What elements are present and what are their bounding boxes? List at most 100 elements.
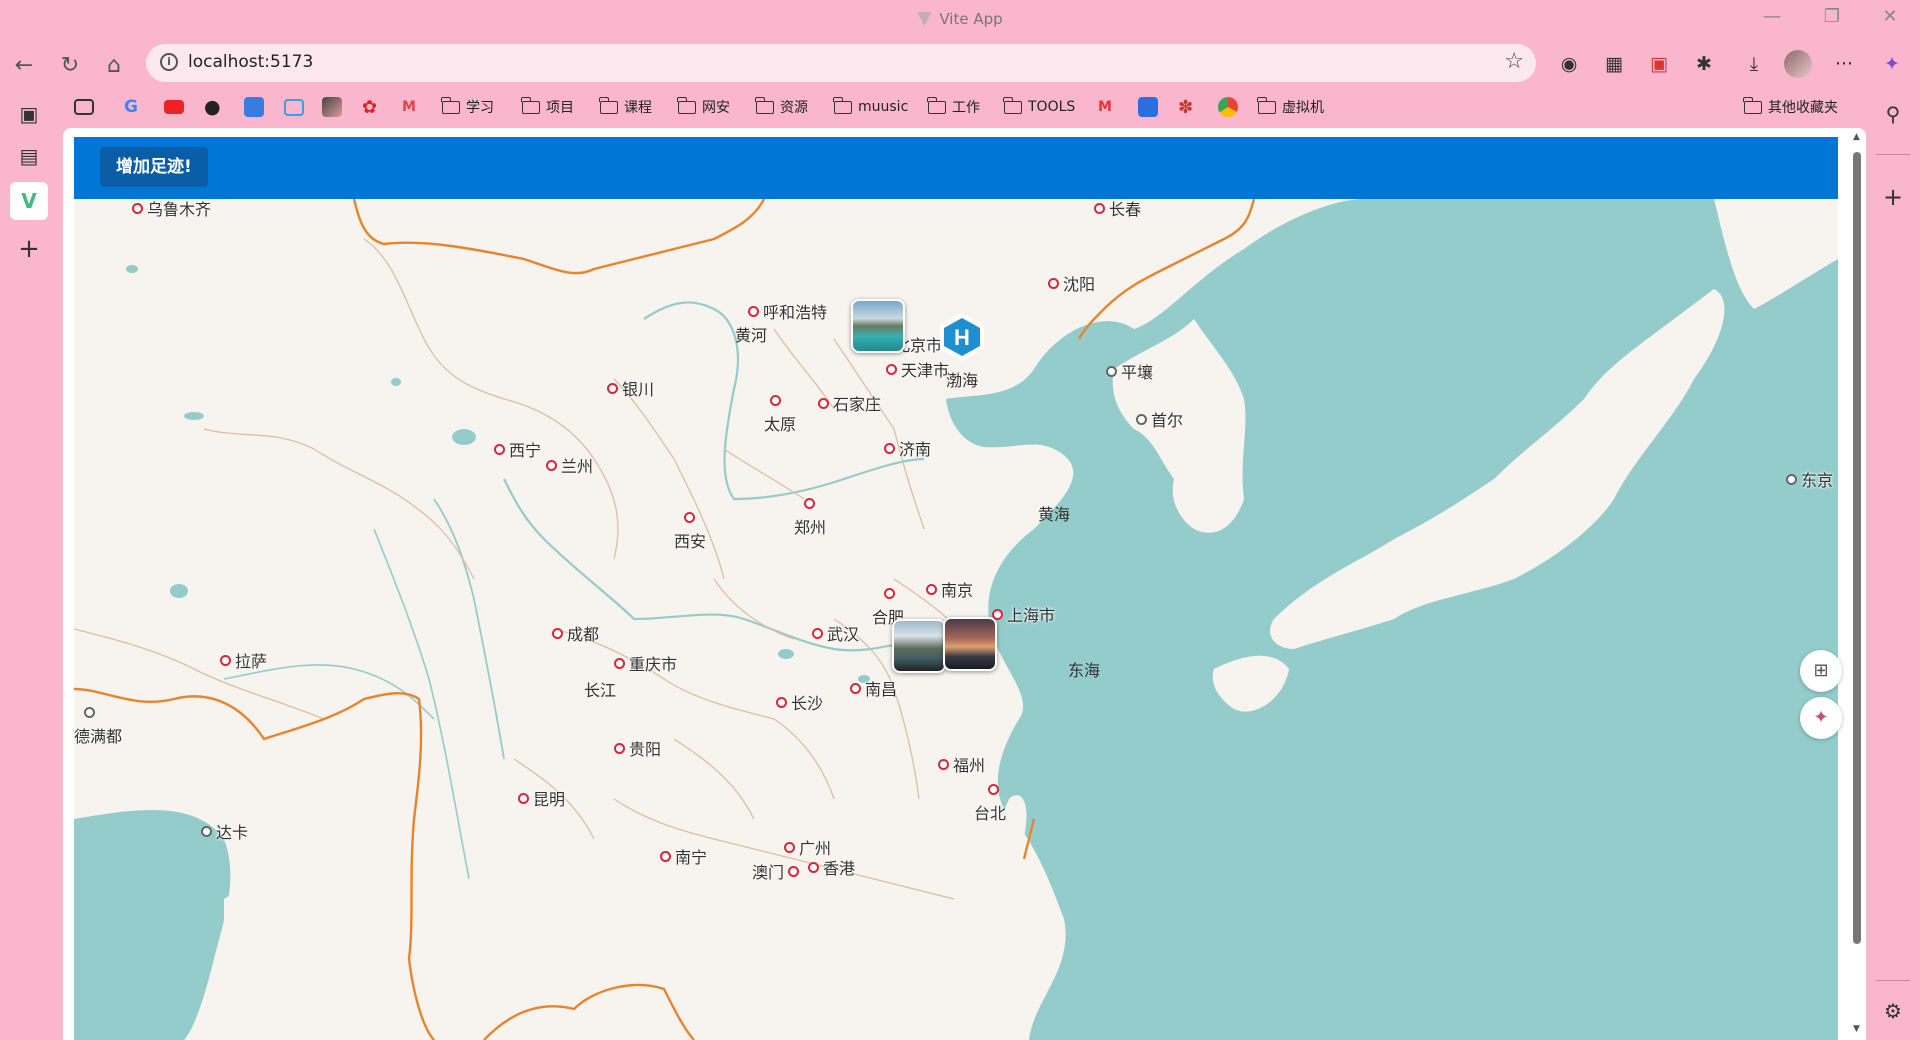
city-label: 拉萨 — [220, 648, 267, 672]
bookmark-folder-2[interactable]: 项目 — [521, 94, 574, 120]
bookmark-chrome-icon[interactable] — [1218, 94, 1238, 120]
city-label: 郑州 — [794, 495, 826, 538]
extensions-puzzle-icon[interactable]: ✱ — [1690, 50, 1718, 78]
bookmark-huawei-icon[interactable]: ✿ — [362, 94, 377, 120]
restore-icon[interactable]: ❐ — [1812, 6, 1852, 27]
profile-avatar[interactable] — [1784, 50, 1812, 78]
settings-gear-icon[interactable]: ⚙ — [1878, 996, 1908, 1026]
city-dot-icon — [938, 759, 949, 770]
folder-icon — [441, 96, 460, 114]
bookmark-folder-5[interactable]: 资源 — [755, 94, 808, 120]
city-dot-icon — [812, 628, 823, 639]
site-info-icon[interactable]: i — [160, 53, 178, 71]
url-text[interactable]: localhost:5173 — [188, 52, 313, 72]
folder-icon — [1003, 96, 1022, 114]
folder-icon — [521, 96, 540, 114]
city-label: 南宁 — [660, 844, 707, 868]
vite-logo-icon — [917, 12, 932, 26]
folder-icon — [677, 96, 696, 114]
city-dot-icon — [518, 793, 529, 804]
new-tab-icon[interactable]: + — [14, 234, 44, 264]
city-label: 济南 — [884, 436, 931, 460]
bookmark-h-icon[interactable] — [244, 94, 264, 120]
city-label: 德满都 — [74, 704, 122, 747]
city-label: 银川 — [607, 376, 654, 400]
bookmark-folder-8[interactable]: TOOLS — [1003, 94, 1075, 120]
favorite-star-icon[interactable]: ☆ — [1504, 49, 1524, 74]
translate-extension-icon[interactable]: ▣ — [1645, 50, 1673, 78]
bookmark-folder-other[interactable]: 其他收藏夹 — [1743, 94, 1838, 120]
city-label: 达卡 — [201, 819, 248, 843]
city-label: 南京 — [926, 577, 973, 601]
city-dot-icon — [201, 826, 212, 837]
more-menu-icon[interactable]: ··· — [1830, 50, 1858, 78]
folder-icon — [833, 96, 852, 114]
extension-icon[interactable]: ◉ — [1555, 50, 1583, 78]
page-scrollbar[interactable]: ▲ ▼ — [1848, 128, 1866, 1040]
folder-icon — [1743, 96, 1762, 114]
tab-actions-icon[interactable]: ▣ — [14, 99, 44, 129]
photo-marker-sunset[interactable] — [943, 617, 997, 671]
bookmark-folder-3[interactable]: 课程 — [599, 94, 652, 120]
translate-float-icon[interactable]: ✦ — [1800, 697, 1842, 739]
bookmark-blue-icon[interactable] — [1138, 94, 1158, 120]
city-dot-icon — [770, 395, 781, 406]
city-dot-icon — [614, 658, 625, 669]
hexagon-h-marker[interactable]: H — [936, 311, 988, 363]
photo-marker-mountain[interactable] — [892, 619, 946, 673]
bookmark-red-icon[interactable]: ✽ — [1178, 94, 1193, 120]
city-dot-icon — [884, 443, 895, 454]
address-bar[interactable]: i localhost:5173 ☆ — [146, 44, 1536, 82]
city-dot-icon — [884, 588, 895, 599]
bookmark-gmail-icon[interactable]: M — [402, 94, 416, 120]
folder-icon — [755, 96, 774, 114]
city-label: 贵阳 — [614, 736, 661, 760]
photo-marker-lake[interactable] — [851, 299, 905, 353]
city-label: 西安 — [674, 509, 706, 552]
workspaces-icon[interactable]: ▤ — [14, 141, 44, 171]
bookmark-folder-4[interactable]: 网安 — [677, 94, 730, 120]
title-bar: Vite App — ❐ ✕ — [0, 0, 1920, 38]
bookmark-youtube-icon[interactable] — [164, 94, 184, 120]
app-header: 增加足迹! — [74, 137, 1838, 199]
city-label: 首尔 — [1136, 407, 1183, 431]
bookmark-github-icon[interactable]: ● — [204, 94, 221, 120]
apps-grid-icon[interactable]: ⊞ — [1800, 650, 1842, 692]
vite-tab-icon[interactable]: V — [10, 182, 48, 220]
back-icon[interactable]: ← — [8, 50, 40, 82]
map[interactable]: 乌鲁木齐 长春 沈阳 呼和浩特 北京市 天津市 平壤 银川 石家庄 太原 首尔 … — [74, 199, 1838, 1040]
downloads-icon[interactable]: ⤓ — [1740, 50, 1768, 78]
minimize-icon[interactable]: — — [1752, 6, 1792, 27]
marker-letter: H — [954, 325, 970, 350]
scroll-up-icon[interactable]: ▲ — [1853, 132, 1860, 142]
copilot-icon[interactable]: ✦ — [1878, 50, 1906, 78]
bookmark-folder-6[interactable]: muusic — [833, 94, 908, 120]
refresh-icon[interactable]: ↻ — [54, 50, 86, 82]
bookmark-google-icon[interactable]: G — [124, 94, 138, 120]
bookmark-folder-7[interactable]: 工作 — [927, 94, 980, 120]
bookmark-game-icon[interactable] — [74, 94, 94, 120]
city-dot-icon — [776, 697, 787, 708]
city-dot-icon — [1094, 203, 1105, 214]
city-dot-icon — [684, 512, 695, 523]
qr-code-icon[interactable]: ▦ — [1600, 50, 1628, 78]
bookmark-folder-9[interactable]: 虚拟机 — [1257, 94, 1324, 120]
city-label: 香港 — [808, 855, 855, 879]
city-label: 昆明 — [518, 786, 565, 810]
add-footprint-button[interactable]: 增加足迹! — [100, 147, 208, 187]
city-label: 兰州 — [546, 453, 593, 477]
page-viewport: 增加足迹! 乌鲁木齐 长春 沈阳 呼和浩特 北京市 天津市 平壤 银川 石家庄 … — [63, 128, 1866, 1040]
sidebar-divider — [1876, 980, 1910, 981]
bookmark-folder-1[interactable]: 学习 — [441, 94, 494, 120]
add-sidebar-app-icon[interactable]: + — [1878, 182, 1908, 212]
scroll-down-icon[interactable]: ▼ — [1853, 1024, 1860, 1034]
city-dot-icon — [988, 784, 999, 795]
river-label: 长江 — [584, 681, 617, 700]
search-icon[interactable]: ⚲ — [1878, 99, 1908, 129]
bookmark-image-icon[interactable] — [322, 94, 342, 120]
scrollbar-thumb[interactable] — [1853, 152, 1861, 944]
bookmark-m-icon[interactable]: M — [1098, 94, 1112, 120]
home-icon[interactable]: ⌂ — [98, 50, 130, 82]
close-icon[interactable]: ✕ — [1870, 6, 1910, 27]
bookmark-bilibili-icon[interactable] — [284, 94, 304, 120]
